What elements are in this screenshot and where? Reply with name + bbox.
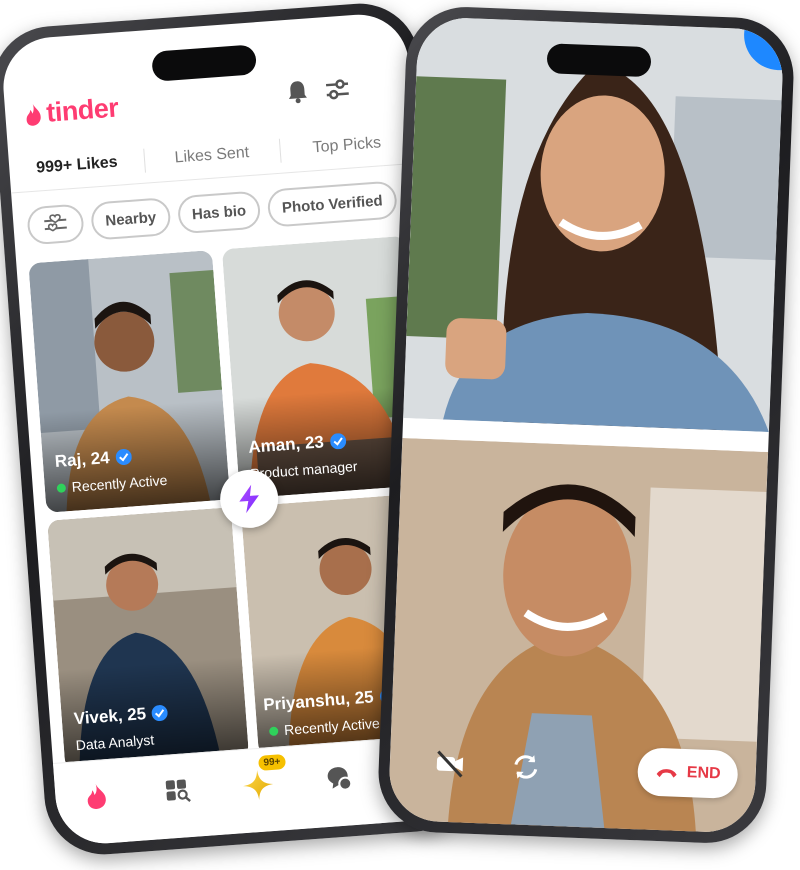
- active-dot-icon: [268, 725, 279, 736]
- sliders-icon[interactable]: [324, 77, 352, 101]
- filter-chip-nearby[interactable]: Nearby: [90, 197, 172, 241]
- verified-badge-icon: [152, 705, 169, 722]
- filter-chip-has-bio[interactable]: Has bio: [176, 190, 262, 235]
- tab-top-picks[interactable]: Top Picks: [278, 119, 416, 173]
- verified-badge-icon: [115, 449, 132, 466]
- profile-card[interactable]: Vivek, 25 Data Analyst: [47, 507, 250, 771]
- filter-chips: Nearby Has bio Photo Verified: [26, 179, 420, 248]
- likes-icon: [243, 769, 274, 800]
- likes-nav-item[interactable]: 99+: [243, 753, 286, 800]
- tab-likes-sent[interactable]: Likes Sent: [143, 129, 281, 183]
- app-title: tinder: [45, 92, 120, 128]
- dynamic-island: [546, 43, 652, 78]
- end-call-label: END: [686, 764, 721, 783]
- filter-chip-photo-verified[interactable]: Photo Verified: [266, 180, 398, 228]
- video-call-screen: END: [387, 16, 785, 834]
- switch-camera-icon[interactable]: [509, 750, 542, 783]
- filter-settings-chip[interactable]: [26, 203, 85, 246]
- filter-heart-icon: [44, 214, 67, 232]
- profile-card[interactable]: Raj, 24 Recently Active: [28, 249, 231, 513]
- verified-badge-icon: [329, 433, 346, 450]
- bell-icon[interactable]: [286, 79, 310, 105]
- phone-video-call: END: [376, 4, 796, 846]
- chat-icon[interactable]: [324, 763, 354, 793]
- flame-icon[interactable]: [81, 780, 111, 810]
- end-call-icon: [656, 769, 677, 778]
- lightning-icon: [239, 484, 259, 514]
- likes-badge: 99+: [257, 753, 286, 771]
- remote-video-feed: [403, 16, 785, 433]
- profile-name: Raj, 24: [54, 448, 111, 472]
- tab-likes[interactable]: 999+ Likes: [8, 139, 146, 193]
- explore-icon[interactable]: [162, 775, 192, 805]
- active-dot-icon: [56, 482, 67, 493]
- flame-icon: [26, 103, 41, 126]
- camera-off-icon[interactable]: [433, 747, 466, 780]
- tinder-logo[interactable]: tinder: [22, 93, 119, 131]
- dynamic-island: [151, 44, 258, 82]
- end-call-button[interactable]: END: [636, 747, 739, 800]
